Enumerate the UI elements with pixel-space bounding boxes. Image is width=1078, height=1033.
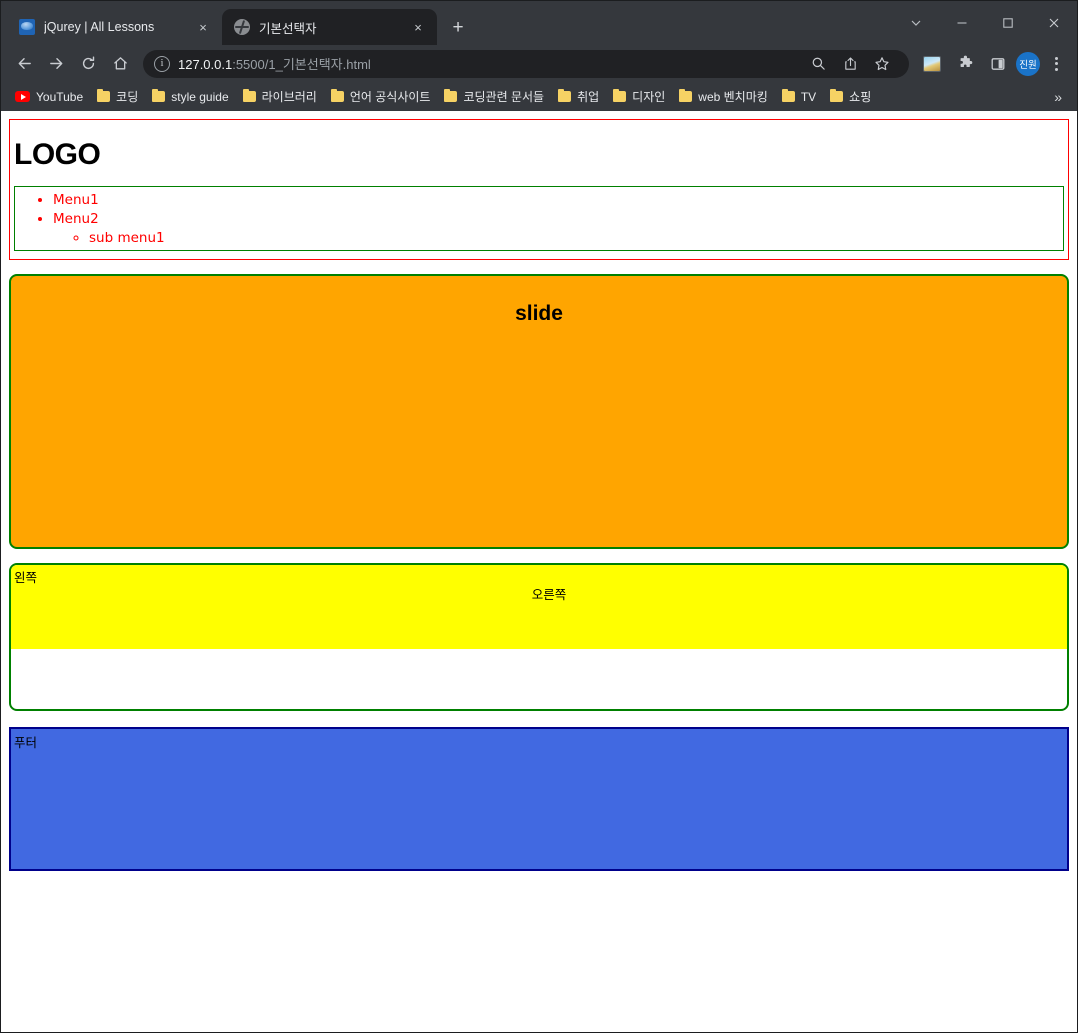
bookmark-employment[interactable]: 취업 — [551, 84, 606, 109]
close-icon[interactable]: × — [409, 18, 427, 36]
tab-search-icon[interactable] — [893, 7, 939, 39]
kebab-menu-icon[interactable] — [1043, 51, 1069, 77]
back-arrow-icon[interactable] — [9, 49, 39, 79]
tab-title: jQurey | All Lessons — [44, 20, 155, 34]
nav-subitem-label: sub menu1 — [89, 230, 165, 246]
browser-toolbar: i 127.0.0.1:5500/1_기본선택자.html 진원 — [1, 45, 1077, 82]
folder-icon — [330, 88, 344, 102]
globe-icon — [234, 19, 250, 35]
bookmark-label: TV — [800, 89, 817, 104]
forward-arrow-icon[interactable] — [41, 49, 71, 79]
folder-icon — [679, 88, 693, 102]
close-window-icon[interactable] — [1031, 7, 1077, 39]
side-panel-icon[interactable] — [983, 49, 1013, 79]
bookmark-label: 코딩관련 문서들 — [463, 90, 545, 104]
page-body: LOGO Menu1 Menu2 sub menu1 slide — [1, 111, 1077, 879]
content-section: 왼쪽 오른쪽 — [9, 563, 1069, 711]
bookmark-label: 코딩 — [116, 90, 139, 104]
site-header: LOGO Menu1 Menu2 sub menu1 — [9, 119, 1069, 260]
folder-icon — [152, 88, 166, 102]
folder-icon — [97, 88, 111, 102]
bookmark-library[interactable]: 라이브러리 — [236, 84, 324, 109]
bookmark-label: 언어 공식사이트 — [349, 90, 431, 104]
folder-icon — [781, 88, 795, 102]
url-host: 127.0.0.1 — [178, 57, 233, 72]
folder-icon — [242, 88, 256, 102]
bookmark-label: 쇼핑 — [849, 90, 872, 104]
bookmark-label: 라이브러리 — [261, 90, 317, 104]
page-title: LOGO — [14, 138, 101, 171]
bookmarks-bar: YouTube 코딩 style guide 라이브러리 언어 공식사이트 코딩… — [1, 82, 1077, 111]
reload-icon[interactable] — [73, 49, 103, 79]
browser-window: jQurey | All Lessons × 기본선택자 × + i 127.0… — [0, 0, 1078, 1033]
site-nav: Menu1 Menu2 sub menu1 — [14, 186, 1064, 251]
maximize-icon[interactable] — [985, 7, 1031, 39]
nav-sublist: sub menu1 — [53, 229, 1063, 248]
nav-item-menu1[interactable]: Menu1 — [53, 191, 1063, 210]
bookmark-official-language-sites[interactable]: 언어 공식사이트 — [324, 84, 438, 109]
image-extension-icon[interactable] — [917, 49, 947, 79]
bookmark-style-guide[interactable]: style guide — [145, 86, 235, 108]
nav-list: Menu1 Menu2 sub menu1 — [15, 191, 1063, 248]
slide-title: slide — [515, 302, 563, 325]
tab-strip: jQurey | All Lessons × 기본선택자 × + — [1, 1, 1077, 45]
footer-label: 푸터 — [14, 736, 38, 750]
bookmark-label: 취업 — [577, 90, 600, 104]
nav-item-menu2[interactable]: Menu2 sub menu1 — [53, 210, 1063, 248]
url-path: :5500/1_기본선택자.html — [232, 57, 371, 72]
url-text: 127.0.0.1:5500/1_기본선택자.html — [178, 54, 371, 73]
avatar[interactable]: 진원 — [1016, 51, 1040, 76]
folder-icon — [613, 88, 627, 102]
folder-icon — [830, 88, 844, 102]
nav-item-label: Menu2 — [53, 211, 99, 227]
bookmark-label: YouTube — [36, 89, 84, 104]
bookmark-coding-docs[interactable]: 코딩관련 문서들 — [437, 84, 551, 109]
new-tab-button[interactable]: + — [443, 12, 473, 42]
search-icon[interactable] — [803, 51, 833, 77]
site-footer: 푸터 — [9, 727, 1069, 871]
minimize-icon[interactable] — [939, 7, 985, 39]
window-controls — [893, 1, 1077, 45]
nav-subitem-sub-menu1[interactable]: sub menu1 — [89, 229, 1063, 248]
bookmark-design[interactable]: 디자인 — [606, 84, 672, 109]
close-icon[interactable]: × — [194, 18, 212, 36]
site-info-icon[interactable]: i — [154, 55, 170, 72]
share-icon[interactable] — [835, 51, 865, 77]
star-icon[interactable] — [867, 51, 897, 77]
bookmark-youtube[interactable]: YouTube — [8, 86, 90, 108]
slide-section: slide — [9, 274, 1069, 549]
home-icon[interactable] — [105, 49, 135, 79]
address-bar[interactable]: i 127.0.0.1:5500/1_기본선택자.html — [143, 49, 909, 78]
youtube-icon — [15, 91, 30, 102]
tab-jquery-lessons[interactable]: jQurey | All Lessons × — [7, 9, 222, 45]
tab-basic-selector[interactable]: 기본선택자 × — [222, 9, 437, 45]
folder-icon — [444, 88, 458, 102]
right-label: 오른쪽 — [531, 588, 567, 602]
jquery-icon — [19, 19, 35, 35]
nav-item-label: Menu1 — [53, 192, 99, 208]
bookmark-tv[interactable]: TV — [775, 86, 823, 108]
bookmarks-overflow-icon[interactable]: » — [1046, 87, 1070, 107]
content-left-block: 왼쪽 오른쪽 — [11, 565, 1067, 649]
bookmark-label: web 벤치마킹 — [698, 90, 768, 104]
puzzle-icon[interactable] — [950, 49, 980, 79]
tab-title: 기본선택자 — [259, 21, 317, 36]
bookmark-coding[interactable]: 코딩 — [90, 84, 145, 109]
toolbar-right-actions: 진원 — [917, 49, 1069, 79]
folder-icon — [558, 88, 572, 102]
omnibox-actions — [803, 51, 897, 77]
bookmark-label: 디자인 — [632, 90, 666, 104]
page-viewport: LOGO Menu1 Menu2 sub menu1 slide — [1, 111, 1077, 1032]
bookmark-label: style guide — [171, 89, 229, 104]
bookmark-shopping[interactable]: 쇼핑 — [823, 84, 878, 109]
bookmark-web-benchmarking[interactable]: web 벤치마킹 — [672, 84, 775, 109]
